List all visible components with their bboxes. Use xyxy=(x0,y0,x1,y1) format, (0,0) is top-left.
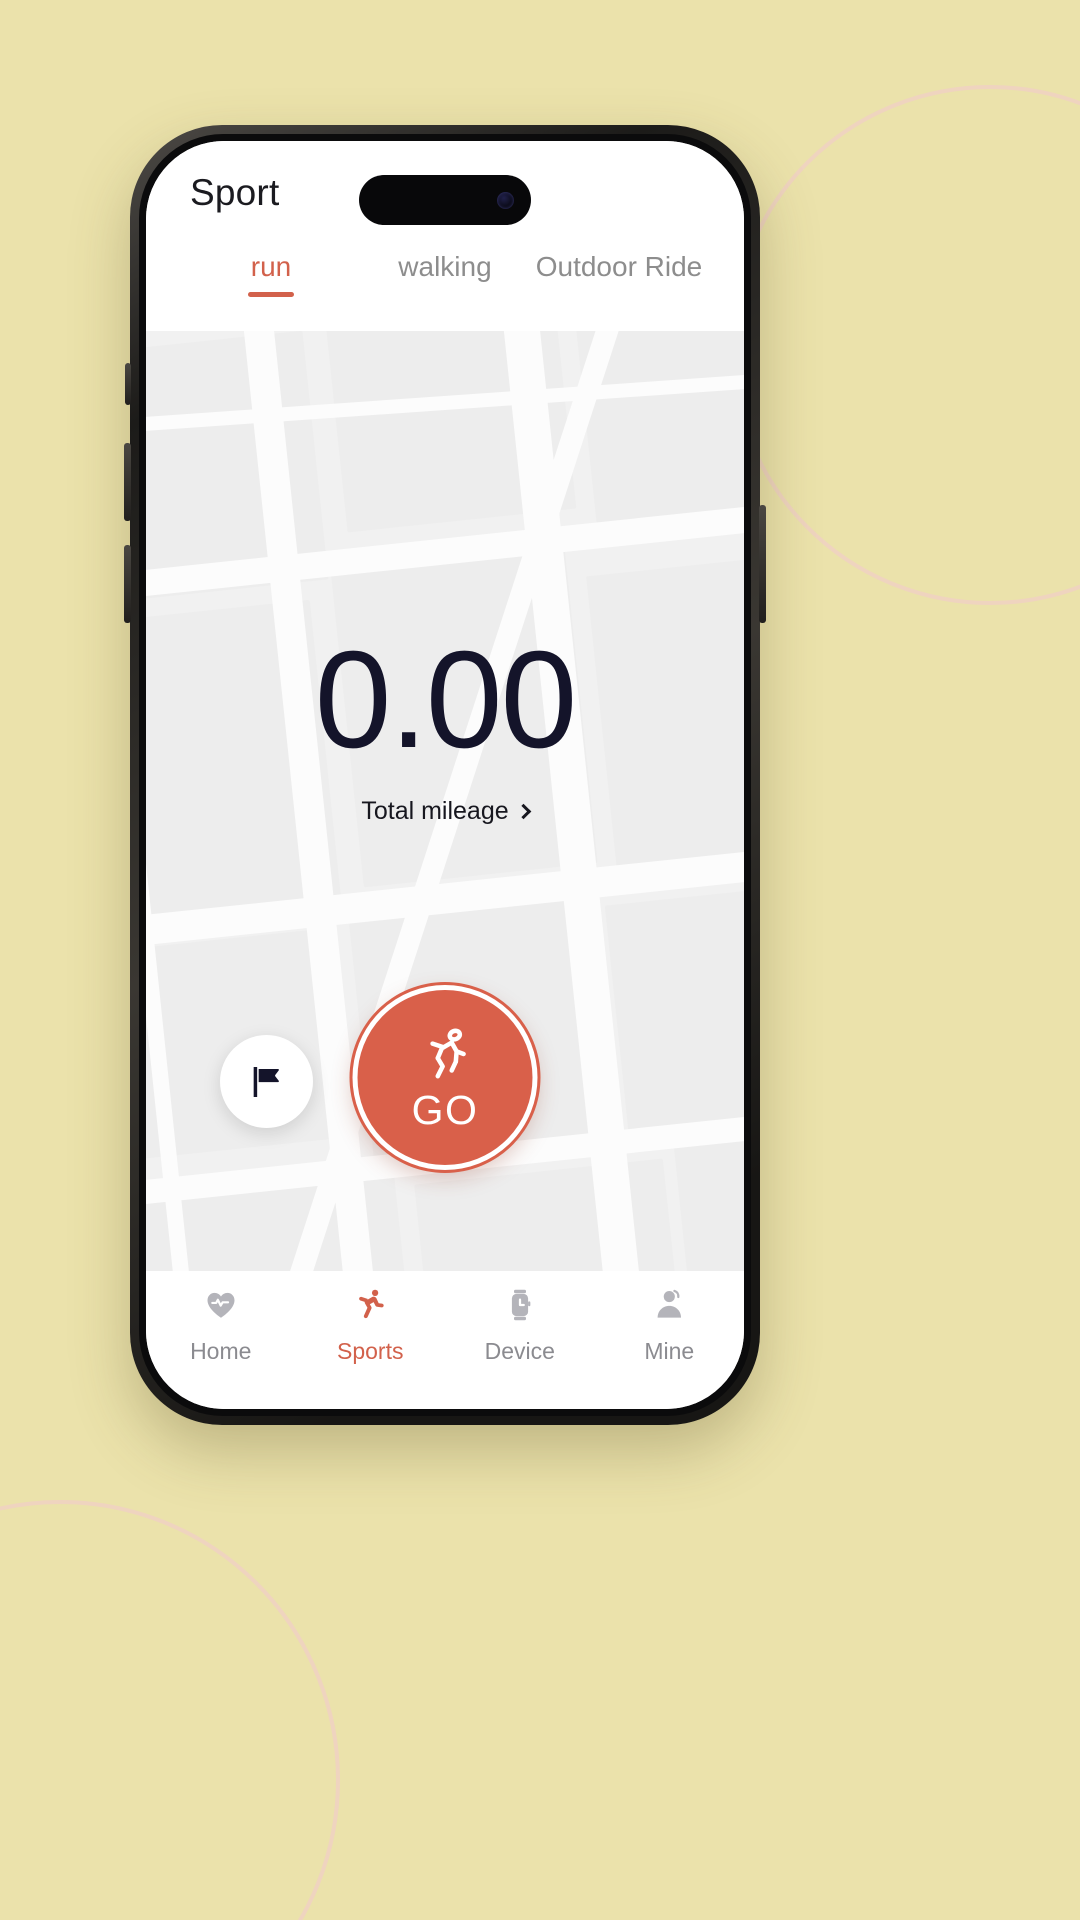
tab-walking[interactable]: walking xyxy=(358,245,532,297)
tab-outdoor-ride[interactable]: Outdoor Ride xyxy=(532,245,706,297)
smartwatch-icon xyxy=(502,1285,538,1325)
go-button-label: GO xyxy=(411,1087,479,1133)
nav-item-device-label: Device xyxy=(484,1338,555,1364)
dynamic-island xyxy=(359,175,531,225)
tab-run-label: run xyxy=(250,251,292,282)
running-person-icon xyxy=(352,1285,388,1325)
nav-item-mine[interactable]: Mine xyxy=(595,1285,745,1365)
heart-pulse-icon xyxy=(203,1285,239,1325)
chevron-right-icon xyxy=(515,803,531,820)
front-camera-icon xyxy=(497,191,514,209)
power-button[interactable] xyxy=(759,505,766,623)
mileage-value: 0.00 xyxy=(314,623,578,777)
phone-frame: Sport run walking Outdoor Ride 0.00 Tota… xyxy=(124,125,766,1425)
decorative-ring-bottom-left xyxy=(0,1500,340,1920)
nav-item-sports-label: Sports xyxy=(337,1338,404,1364)
total-mileage-label: Total mileage xyxy=(361,797,509,825)
tab-outdoor-ride-label: Outdoor Ride xyxy=(535,251,703,282)
map-canvas[interactable]: 0.00 Total mileage GO xyxy=(146,331,744,1271)
volume-up-button[interactable] xyxy=(124,443,131,521)
tab-walking-label: walking xyxy=(398,251,492,282)
silent-switch[interactable] xyxy=(125,363,131,405)
user-profile-icon xyxy=(651,1285,687,1325)
nav-item-mine-label: Mine xyxy=(644,1338,695,1364)
running-person-icon xyxy=(429,1028,466,1079)
sport-type-tabs: run walking Outdoor Ride xyxy=(146,245,744,331)
volume-down-button[interactable] xyxy=(124,545,131,623)
nav-item-sports[interactable]: Sports xyxy=(296,1285,446,1365)
go-button[interactable]: GO xyxy=(352,985,538,1170)
total-mileage-link[interactable]: Total mileage xyxy=(361,797,531,826)
map-block xyxy=(414,1158,688,1271)
flag-button[interactable] xyxy=(220,1035,313,1128)
nav-item-home-label: Home xyxy=(190,1338,252,1364)
page-title: Sport xyxy=(190,172,280,213)
phone-screen: Sport run walking Outdoor Ride 0.00 Tota… xyxy=(146,141,744,1409)
tab-run[interactable]: run xyxy=(184,245,358,297)
flag-icon xyxy=(253,1066,279,1097)
nav-item-home[interactable]: Home xyxy=(146,1285,296,1365)
control-row: GO xyxy=(146,985,744,1175)
decorative-ring-top-right xyxy=(730,85,1080,605)
tab-run-underline xyxy=(248,292,294,297)
phone-bezel: Sport run walking Outdoor Ride 0.00 Tota… xyxy=(139,134,751,1416)
bottom-navigation: Home Sports Device Mine xyxy=(146,1271,744,1409)
mileage-readout: 0.00 Total mileage xyxy=(146,631,744,826)
nav-item-device[interactable]: Device xyxy=(445,1285,595,1365)
